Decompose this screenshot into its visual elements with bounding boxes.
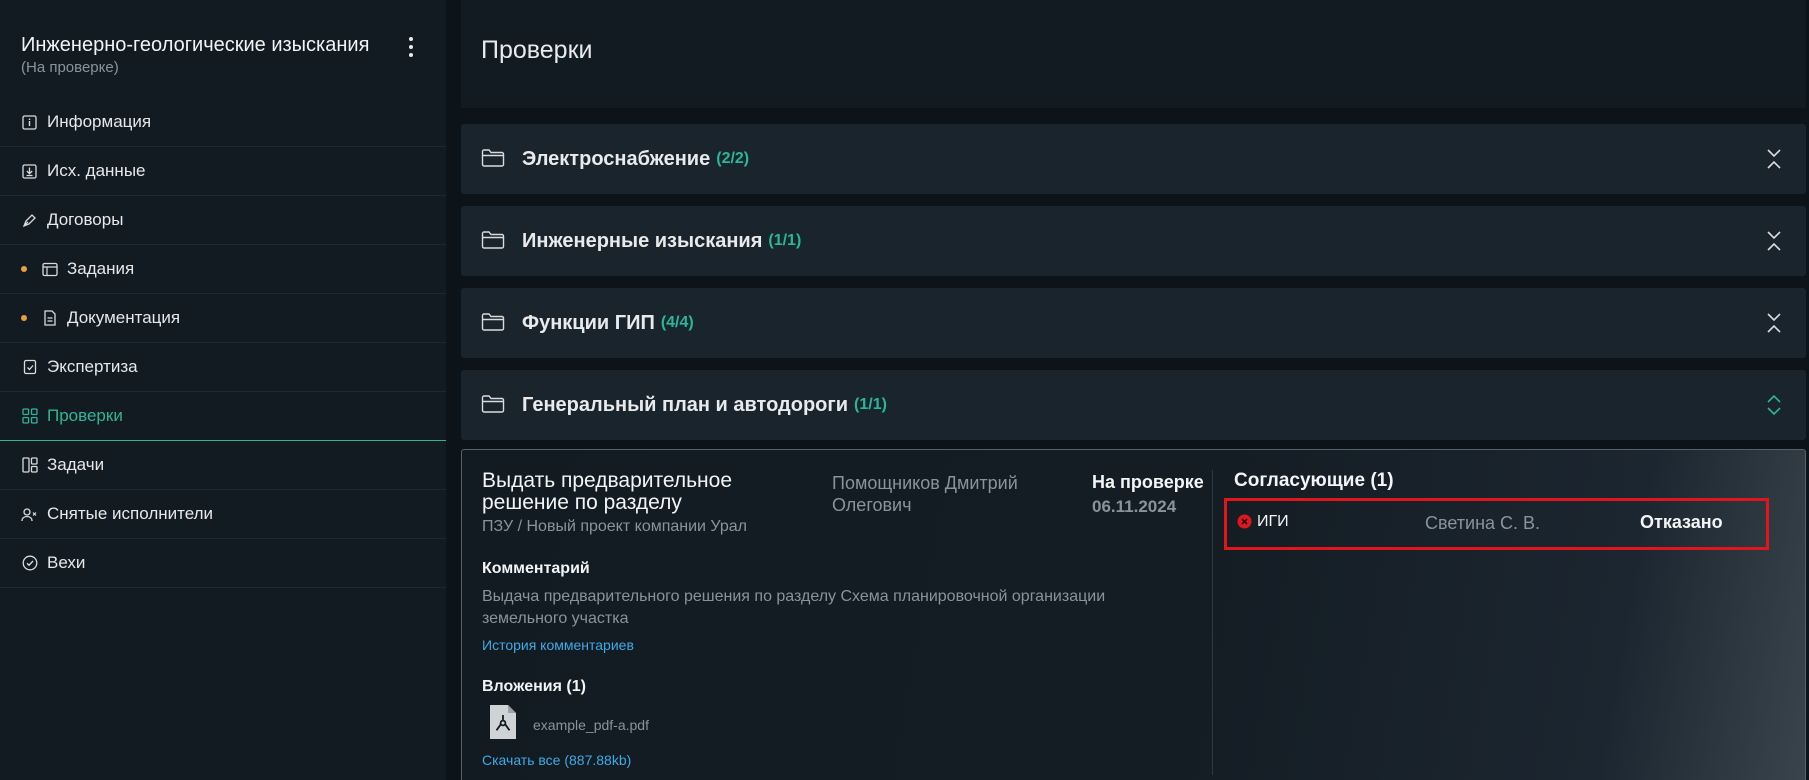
expand-icon[interactable] xyxy=(1766,230,1782,257)
project-title: Инженерно-геологические изыскания xyxy=(21,34,370,56)
sidebar-item-label: Документация xyxy=(67,308,181,327)
comment-label: Комментарий xyxy=(482,560,590,577)
info-icon xyxy=(21,114,38,131)
task-path: ПЗУ / Новый проект компании Урал xyxy=(482,518,748,535)
page-title: Проверки xyxy=(481,36,593,64)
sidebar-item-label: Вехи xyxy=(47,553,86,572)
sidebar-item-label: Экспертиза xyxy=(47,357,138,376)
sidebar-item-source-data[interactable]: Исх. данные xyxy=(0,147,446,196)
group-name: Функции ГИП xyxy=(522,311,655,334)
sidebar-item-documentation[interactable]: Документация xyxy=(0,294,446,343)
group-gip-functions[interactable]: Функции ГИП (4/4) xyxy=(461,288,1806,358)
group-engineering-surveys[interactable]: Инженерные изыскания (1/1) xyxy=(461,206,1806,276)
approvers-label: Согласующие (1) xyxy=(1234,470,1394,491)
download-icon xyxy=(21,163,38,180)
approver-row: ИГИ Светина С. В. Отказано xyxy=(1224,498,1769,550)
sidebar-item-label: Задания xyxy=(67,259,135,278)
group-general-plan[interactable]: Генеральный план и автодороги (1/1) xyxy=(461,370,1806,440)
notification-dot xyxy=(21,266,27,272)
sidebar-item-tasks-assignments[interactable]: Задания xyxy=(0,245,446,294)
rejected-icon xyxy=(1237,514,1252,534)
group-name: Инженерные изыскания xyxy=(522,229,763,252)
group-name: Генеральный план и автодороги xyxy=(522,393,849,416)
sidebar-item-info[interactable]: Информация xyxy=(0,98,446,147)
comment-text: Выдача предварительного решения по разде… xyxy=(482,588,1106,627)
group-count: (1/1) xyxy=(768,232,802,249)
sidebar-item-label: Задачи xyxy=(47,455,105,474)
task-status: На проверке xyxy=(1092,472,1204,492)
sidebar-item-tasks[interactable]: Задачи xyxy=(0,441,446,490)
comment-history-link[interactable]: История комментариев xyxy=(482,637,634,653)
pen-icon xyxy=(21,212,38,229)
sidebar-nav: Информация Исх. данные Договоры Задания xyxy=(0,98,446,588)
attachments-label: Вложения (1) xyxy=(482,678,586,695)
sidebar-item-label: Договоры xyxy=(47,210,124,229)
sidebar-item-removed-executors[interactable]: Снятые исполнители xyxy=(0,490,446,539)
project-status: (На проверке) xyxy=(21,59,119,76)
pdf-file-icon[interactable] xyxy=(488,703,518,746)
sidebar-item-checks[interactable]: Проверки xyxy=(0,392,446,441)
group-name: Электроснабжение xyxy=(522,147,711,170)
group-count: (2/2) xyxy=(716,150,750,167)
sidebar-item-label: Исх. данные xyxy=(47,161,146,180)
grid-icon xyxy=(21,408,38,425)
approver-status: Отказано xyxy=(1640,512,1723,532)
sidebar-item-milestones[interactable]: Вехи xyxy=(0,539,446,588)
more-menu-icon[interactable] xyxy=(407,37,415,59)
task-assignee: Помощников Дмитрий Олегович xyxy=(832,473,1018,515)
approver-code: ИГИ xyxy=(1257,513,1289,530)
checklist-icon xyxy=(21,359,38,376)
board-icon xyxy=(21,457,38,474)
task-title[interactable]: Выдать предварительное решение по раздел… xyxy=(482,470,782,514)
user-remove-icon xyxy=(21,506,38,523)
check-circle-icon xyxy=(21,555,38,572)
sidebar: Инженерно-геологические изыскания (На пр… xyxy=(0,0,446,780)
collapse-icon[interactable] xyxy=(1766,394,1782,421)
file-name[interactable]: example_pdf-a.pdf xyxy=(533,717,649,733)
group-electro[interactable]: Электроснабжение (2/2) xyxy=(461,124,1806,194)
divider xyxy=(1212,470,1213,775)
sidebar-item-label: Информация xyxy=(47,112,152,131)
sidebar-item-expertise[interactable]: Экспертиза xyxy=(0,343,446,392)
expand-icon[interactable] xyxy=(1766,148,1782,175)
task-card: Выдать предварительное решение по раздел… xyxy=(461,449,1806,780)
folder-icon xyxy=(481,312,505,337)
approver-name: Светина С. В. xyxy=(1425,513,1541,533)
sidebar-item-contracts[interactable]: Договоры xyxy=(0,196,446,245)
group-count: (1/1) xyxy=(854,396,887,413)
expand-icon[interactable] xyxy=(1766,312,1782,339)
group-count: (4/4) xyxy=(660,314,694,331)
folder-icon xyxy=(481,230,505,255)
document-icon xyxy=(41,310,58,327)
project-header: Инженерно-геологические изыскания (На пр… xyxy=(21,32,431,78)
folder-icon xyxy=(481,394,505,419)
sidebar-item-label: Проверки xyxy=(47,406,123,425)
task-date: 06.11.2024 xyxy=(1092,497,1177,516)
folder-icon xyxy=(481,148,505,173)
sidebar-item-label: Снятые исполнители xyxy=(47,504,214,523)
notification-dot xyxy=(21,315,27,321)
window-icon xyxy=(41,261,58,278)
page-header: Проверки xyxy=(461,0,1806,108)
download-all-link[interactable]: Скачать все (887.88kb) xyxy=(482,752,631,768)
